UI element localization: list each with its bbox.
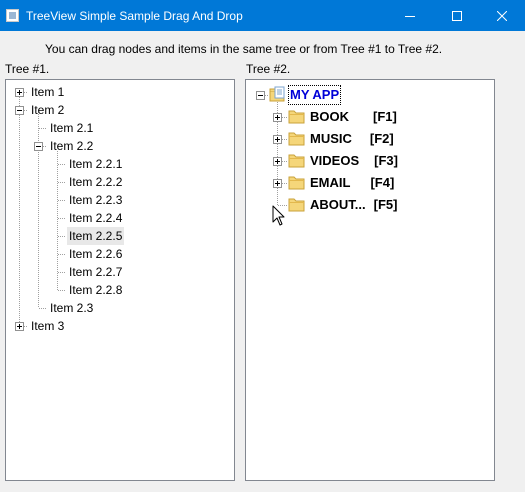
tree1-node-item-2-2[interactable]: Item 2.2 — [48, 137, 95, 155]
maximize-icon — [452, 10, 462, 21]
tree2-label: Tree #2. — [246, 62, 291, 76]
expand-icon[interactable] — [273, 135, 282, 144]
maximize-button[interactable] — [434, 0, 480, 31]
tree1-label: Tree #1. — [5, 62, 50, 76]
tree1-node-item-2-2-4[interactable]: Item 2.2.4 — [67, 209, 124, 227]
tree1-node-item-2-2-2[interactable]: Item 2.2.2 — [67, 173, 124, 191]
expand-icon[interactable] — [273, 179, 282, 188]
folder-icon — [288, 132, 305, 146]
close-button[interactable] — [479, 0, 525, 31]
expand-icon[interactable] — [273, 113, 282, 122]
expand-icon[interactable] — [15, 88, 24, 97]
folder-icon — [288, 176, 305, 190]
tree2-node-email[interactable]: EMAIL [F4] — [308, 172, 396, 194]
folder-icon — [288, 110, 305, 124]
tree1-node-item-2-2-5[interactable]: Item 2.2.5 — [67, 227, 125, 245]
mouse-cursor-icon — [272, 205, 285, 226]
tree1-node-item-2-2-7[interactable]: Item 2.2.7 — [67, 263, 124, 281]
collapse-icon[interactable] — [256, 91, 265, 100]
minimize-button[interactable] — [387, 0, 433, 31]
tree1-node-item-2-2-6[interactable]: Item 2.2.6 — [67, 245, 124, 263]
shortcut-key: [F4] — [370, 175, 395, 190]
shortcut-key: [F5] — [373, 197, 398, 212]
shortcut-key: [F1] — [373, 109, 397, 124]
tree2-node-videos[interactable]: VIDEOS [F3] — [308, 150, 400, 172]
expand-icon[interactable] — [15, 322, 24, 331]
shortcut-key: [F3] — [374, 153, 398, 168]
close-icon — [497, 10, 507, 21]
tree1-node-item-2-1[interactable]: Item 2.1 — [48, 119, 95, 137]
tree2-view[interactable]: MY APP BOOK [F1] MUSIC [F2] VIDEOS [F3] EMA… — [245, 79, 495, 481]
tree2-node-music[interactable]: MUSIC [F2] — [308, 128, 396, 150]
tree1-node-item-2[interactable]: Item 2 — [29, 101, 66, 119]
tree2-root-my-app[interactable]: MY APP — [288, 84, 342, 106]
app-icon — [6, 9, 19, 22]
collapse-icon[interactable] — [15, 106, 24, 115]
folder-icon — [288, 154, 305, 168]
tree1-node-item-2-2-8[interactable]: Item 2.2.8 — [67, 281, 124, 299]
app-folder-icon — [269, 86, 285, 102]
tree1-node-item-2-3[interactable]: Item 2.3 — [48, 299, 95, 317]
tree1-node-item-1[interactable]: Item 1 — [29, 83, 66, 101]
minimize-icon — [405, 15, 415, 17]
shortcut-key: [F2] — [369, 131, 394, 146]
tree1-node-item-3[interactable]: Item 3 — [29, 317, 66, 335]
tree1-node-item-2-2-1[interactable]: Item 2.2.1 — [67, 155, 124, 173]
expand-icon[interactable] — [273, 157, 282, 166]
window-title: TreeView Simple Sample Drag And Drop — [26, 9, 243, 23]
title-bar: TreeView Simple Sample Drag And Drop — [0, 0, 525, 31]
instructions-text: You can drag nodes and items in the same… — [45, 42, 443, 56]
collapse-icon[interactable] — [34, 142, 43, 151]
folder-icon — [288, 198, 305, 212]
tree1-node-item-2-2-3[interactable]: Item 2.2.3 — [67, 191, 124, 209]
tree2-node-book[interactable]: BOOK [F1] — [308, 106, 399, 128]
tree2-node-about[interactable]: ABOUT... [F5] — [308, 194, 399, 216]
tree1-view[interactable]: Item 1 Item 2 Item 2.1 Item 2.2 Item 2.2… — [5, 79, 235, 481]
